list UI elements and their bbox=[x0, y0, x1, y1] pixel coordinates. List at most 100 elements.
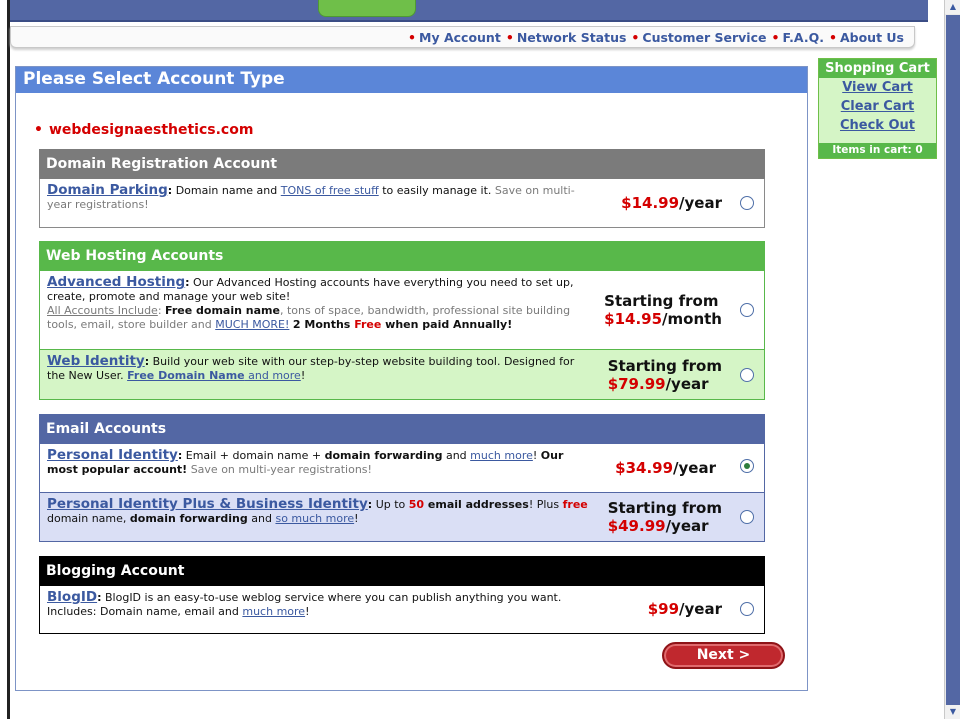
much-more-link[interactable]: MUCH MORE! bbox=[215, 318, 289, 331]
option-row-blogid[interactable]: BlogID: BlogID is an easy-to-use weblog … bbox=[39, 586, 765, 634]
section-header: Domain Registration Account bbox=[39, 149, 765, 179]
nav-about-us[interactable]: • About Us bbox=[829, 30, 904, 45]
identity-plus-link[interactable]: Personal Identity Plus & Business Identi… bbox=[47, 496, 368, 512]
option-description: Personal Identity: Email + domain name +… bbox=[47, 447, 564, 476]
email-count: 50 bbox=[408, 498, 425, 511]
description-text: ! bbox=[300, 369, 306, 382]
nav-customer-service[interactable]: • Customer Service bbox=[631, 30, 766, 45]
so-much-more-link[interactable]: so much more bbox=[275, 512, 354, 525]
price-label: Starting from $79.99/year bbox=[608, 357, 722, 393]
price-amount: $49.99 bbox=[607, 517, 666, 535]
header-tab[interactable] bbox=[318, 0, 416, 17]
domain-parking-link[interactable]: Domain Parking bbox=[47, 182, 168, 198]
domain-parking-radio[interactable] bbox=[740, 196, 754, 210]
description-text: ! Plus bbox=[528, 498, 563, 511]
free-text: free bbox=[562, 498, 588, 511]
price-unit: /year bbox=[679, 600, 722, 618]
price-label: $14.99/year bbox=[621, 194, 722, 212]
nav-label: My Account bbox=[419, 30, 501, 45]
description-text: ! bbox=[532, 449, 541, 462]
starting-from: Starting from bbox=[604, 292, 719, 310]
promo-free: Free bbox=[354, 318, 382, 331]
option-row-personal-identity[interactable]: Personal Identity: Email + domain name +… bbox=[39, 444, 765, 493]
price-unit: /year bbox=[665, 375, 709, 393]
advanced-hosting-link[interactable]: Advanced Hosting bbox=[47, 274, 185, 290]
price-label: Starting from $49.99/year bbox=[608, 499, 722, 535]
description-text: Domain name and bbox=[175, 184, 281, 197]
nav-label: About Us bbox=[839, 30, 904, 45]
blogid-link[interactable]: BlogID bbox=[47, 589, 97, 605]
promo-text: when paid Annually! bbox=[381, 318, 513, 331]
option-row-identity-plus[interactable]: Personal Identity Plus & Business Identi… bbox=[39, 493, 765, 542]
price-amount: $14.95 bbox=[604, 310, 663, 328]
clear-cart-link[interactable]: Clear Cart bbox=[819, 97, 936, 116]
nav-network-status[interactable]: • Network Status bbox=[506, 30, 627, 45]
header-bar bbox=[10, 0, 928, 22]
scroll-down-icon[interactable]: ▼ bbox=[945, 705, 960, 719]
starting-from: Starting from bbox=[607, 357, 722, 375]
price-unit: /month bbox=[662, 310, 722, 328]
description-text: Email + domain name + bbox=[185, 449, 325, 462]
tons-of-free-stuff-link[interactable]: TONS of free stuff bbox=[281, 184, 379, 197]
shopping-cart: Shopping Cart View Cart Clear Cart Check… bbox=[818, 58, 937, 159]
personal-identity-radio[interactable] bbox=[740, 459, 754, 473]
web-identity-radio[interactable] bbox=[740, 368, 754, 382]
section-header: Web Hosting Accounts bbox=[39, 241, 765, 271]
much-more-link[interactable]: much more bbox=[470, 449, 533, 462]
option-row-domain-parking[interactable]: Domain Parking: Domain name and TONS of … bbox=[39, 179, 765, 228]
scrollbar-thumb[interactable] bbox=[946, 15, 960, 705]
option-description: Web Identity: Build your web site with o… bbox=[47, 353, 575, 382]
vertical-scrollbar[interactable]: ▲ ▼ bbox=[944, 0, 960, 719]
price-label: $34.99/year bbox=[615, 459, 716, 477]
promo-text: 2 Months bbox=[292, 318, 355, 331]
option-description: BlogID: BlogID is an easy-to-use weblog … bbox=[47, 589, 562, 618]
option-description: Personal Identity Plus & Business Identi… bbox=[47, 496, 588, 525]
price-amount: $14.99 bbox=[621, 194, 680, 212]
price-label: Starting from $14.95/month bbox=[604, 292, 722, 328]
check-out-link[interactable]: Check Out bbox=[819, 116, 936, 135]
option-description: Domain Parking: Domain name and TONS of … bbox=[47, 182, 575, 211]
top-navigation: • My Account • Network Status • Customer Se… bbox=[10, 26, 915, 48]
nav-label: Network Status bbox=[516, 30, 627, 45]
price-label: $99/year bbox=[648, 600, 722, 618]
web-identity-link[interactable]: Web Identity bbox=[47, 353, 145, 369]
scroll-up-icon[interactable]: ▲ bbox=[945, 0, 960, 14]
next-button[interactable]: Next > bbox=[662, 642, 785, 669]
nav-label: F.A.Q. bbox=[782, 30, 824, 45]
description-text: ! bbox=[354, 512, 359, 525]
window-left-border bbox=[0, 0, 10, 719]
advanced-hosting-radio[interactable] bbox=[740, 303, 754, 317]
price-unit: /year bbox=[665, 517, 709, 535]
description-text: domain name, bbox=[47, 512, 130, 525]
domain-name: webdesignaesthetics.com bbox=[48, 122, 254, 138]
blogid-radio[interactable] bbox=[740, 602, 754, 616]
much-more-link[interactable]: much more bbox=[242, 605, 305, 618]
nav-my-account[interactable]: • My Account bbox=[408, 30, 501, 45]
include-label: All Accounts Include bbox=[47, 304, 158, 317]
price-amount: $99 bbox=[647, 600, 680, 618]
cart-title: Shopping Cart bbox=[819, 59, 936, 78]
and-more-link[interactable]: and more bbox=[245, 369, 301, 382]
option-description: Advanced Hosting: Our Advanced Hosting a… bbox=[47, 274, 574, 331]
bullet-icon: • bbox=[505, 30, 514, 45]
personal-identity-link[interactable]: Personal Identity bbox=[47, 447, 178, 463]
price-unit: /year bbox=[673, 459, 716, 477]
nav-label: Customer Service bbox=[642, 30, 767, 45]
free-domain-name-link[interactable]: Free Domain Name bbox=[127, 369, 245, 382]
web-hosting-section: Web Hosting Accounts Advanced Hosting: O… bbox=[39, 241, 765, 400]
highlight-text: domain forwarding bbox=[129, 512, 248, 525]
view-cart-link[interactable]: View Cart bbox=[819, 78, 936, 97]
price-unit: /year bbox=[679, 194, 722, 212]
bullet-icon: • bbox=[631, 30, 640, 45]
highlight-text: email addresses bbox=[424, 498, 529, 511]
description-text: Up to bbox=[375, 498, 409, 511]
cart-item-count: Items in cart: 0 bbox=[819, 143, 936, 158]
option-row-advanced-hosting[interactable]: Advanced Hosting: Our Advanced Hosting a… bbox=[39, 271, 765, 350]
option-row-web-identity[interactable]: Web Identity: Build your web site with o… bbox=[39, 350, 765, 400]
bullet-icon: • bbox=[34, 122, 43, 138]
description-text: and bbox=[442, 449, 471, 462]
nav-faq[interactable]: • F.A.Q. bbox=[771, 30, 823, 45]
bullet-icon: • bbox=[771, 30, 780, 45]
identity-plus-radio[interactable] bbox=[740, 510, 754, 524]
domain-registration-section: Domain Registration Account Domain Parki… bbox=[39, 149, 765, 228]
